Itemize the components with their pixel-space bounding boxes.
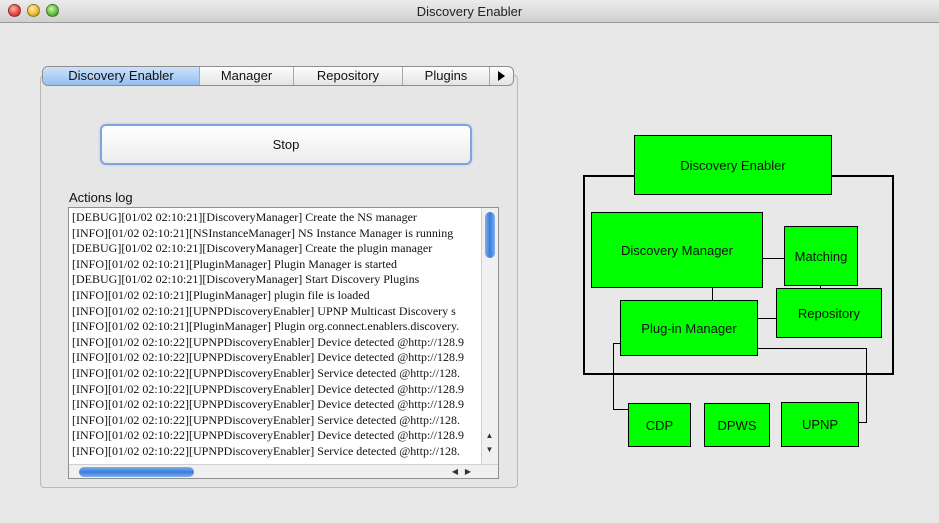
log-horizontal-scrollbar[interactable]: ◀ ▶ (69, 464, 498, 478)
log-line: [DEBUG][01/02 02:10:21][DiscoveryManager… (72, 210, 417, 224)
stop-button[interactable]: Stop (100, 124, 472, 165)
triangle-right-icon (498, 71, 505, 81)
vertical-scroll-thumb[interactable] (485, 212, 495, 258)
connector-manager-plugin (712, 287, 713, 302)
tab-manager[interactable]: Manager (200, 67, 294, 85)
upnp-box: UPNP (781, 402, 859, 447)
tab-bar: Discovery Enabler Manager Repository Plu… (42, 66, 514, 86)
connector-right-vertical (866, 348, 867, 422)
outer-frame-right (892, 175, 894, 375)
log-vertical-scrollbar[interactable]: ▲ ▼ (481, 208, 498, 464)
outer-frame-top (583, 175, 894, 177)
tab-discovery-enabler[interactable]: Discovery Enabler (43, 67, 200, 85)
log-line: [DEBUG][01/02 02:10:21][DiscoveryManager… (72, 272, 420, 287)
window-title: Discovery Enabler (416, 4, 523, 19)
outer-frame-left (583, 175, 585, 375)
scroll-right-arrow-icon[interactable]: ▶ (462, 466, 474, 477)
connector-matching-repository (820, 285, 821, 290)
log-line: [INFO][01/02 02:10:22][UPNPDiscoveryEnab… (72, 334, 464, 349)
tab-plugins[interactable]: Plugins (403, 67, 490, 85)
plugin-manager-box: Plug-in Manager (620, 300, 758, 356)
scroll-up-arrow-icon[interactable]: ▲ (482, 430, 497, 441)
cdp-box: CDP (628, 403, 691, 447)
log-lines: [DEBUG][01/02 02:10:21][DiscoveryManager… (72, 210, 480, 460)
log-line: [INFO][01/02 02:10:21][PluginManager] Pl… (72, 256, 397, 271)
app-window: Discovery Enabler Discovery Enabler Mana… (0, 0, 939, 523)
tab-repository[interactable]: Repository (294, 67, 403, 85)
title-bar: Discovery Enabler (0, 0, 939, 23)
horizontal-scroll-thumb[interactable] (79, 467, 194, 477)
discovery-manager-box: Discovery Manager (591, 212, 763, 288)
log-line: [INFO][01/02 02:10:22][UPNPDiscoveryEnab… (72, 350, 464, 365)
scroll-left-arrow-icon[interactable]: ◀ (449, 466, 461, 477)
connector-left-vertical (613, 343, 614, 410)
log-line: [INFO][01/02 02:10:22][UPNPDiscoveryEnab… (72, 397, 464, 412)
log-line: [INFO][01/02 02:10:21][NSInstanceManager… (72, 225, 454, 240)
log-line: [INFO][01/02 02:10:22][UPNPDiscoveryEnab… (72, 381, 464, 396)
log-line: [INFO][01/02 02:10:21][UPNPDiscoveryEnab… (72, 303, 456, 318)
tab-overflow-button[interactable] (490, 67, 513, 85)
outer-frame-bottom (583, 373, 894, 375)
scroll-down-arrow-icon[interactable]: ▼ (482, 444, 497, 455)
actions-log[interactable]: [DEBUG][01/02 02:10:21][DiscoveryManager… (68, 207, 499, 479)
connector-right-horizontal (757, 348, 866, 349)
connector-to-upnp (858, 422, 867, 423)
connector-to-cdp (613, 409, 628, 410)
log-line: [INFO][01/02 02:10:21][PluginManager] pl… (72, 287, 370, 302)
matching-box: Matching (784, 226, 858, 286)
discovery-enabler-box: Discovery Enabler (634, 135, 832, 195)
repository-box: Repository (776, 288, 882, 338)
actions-log-label: Actions log (69, 190, 133, 205)
log-line: [INFO][01/02 02:10:22][UPNPDiscoveryEnab… (72, 428, 464, 443)
log-line: [INFO][01/02 02:10:22][UPNPDiscoveryEnab… (72, 443, 460, 458)
connector-manager-matching (762, 258, 786, 259)
connector-left-stub (613, 343, 628, 344)
connector-plugin-repository (757, 318, 777, 319)
log-line: [INFO][01/02 02:10:22][UPNPDiscoveryEnab… (72, 412, 460, 427)
log-line: [INFO][01/02 02:10:21][PluginManager] Pl… (72, 319, 460, 334)
log-line: [INFO][01/02 02:10:22][UPNPDiscoveryEnab… (72, 365, 460, 380)
log-line: [DEBUG][01/02 02:10:21][DiscoveryManager… (72, 241, 433, 256)
dpws-box: DPWS (704, 403, 770, 447)
